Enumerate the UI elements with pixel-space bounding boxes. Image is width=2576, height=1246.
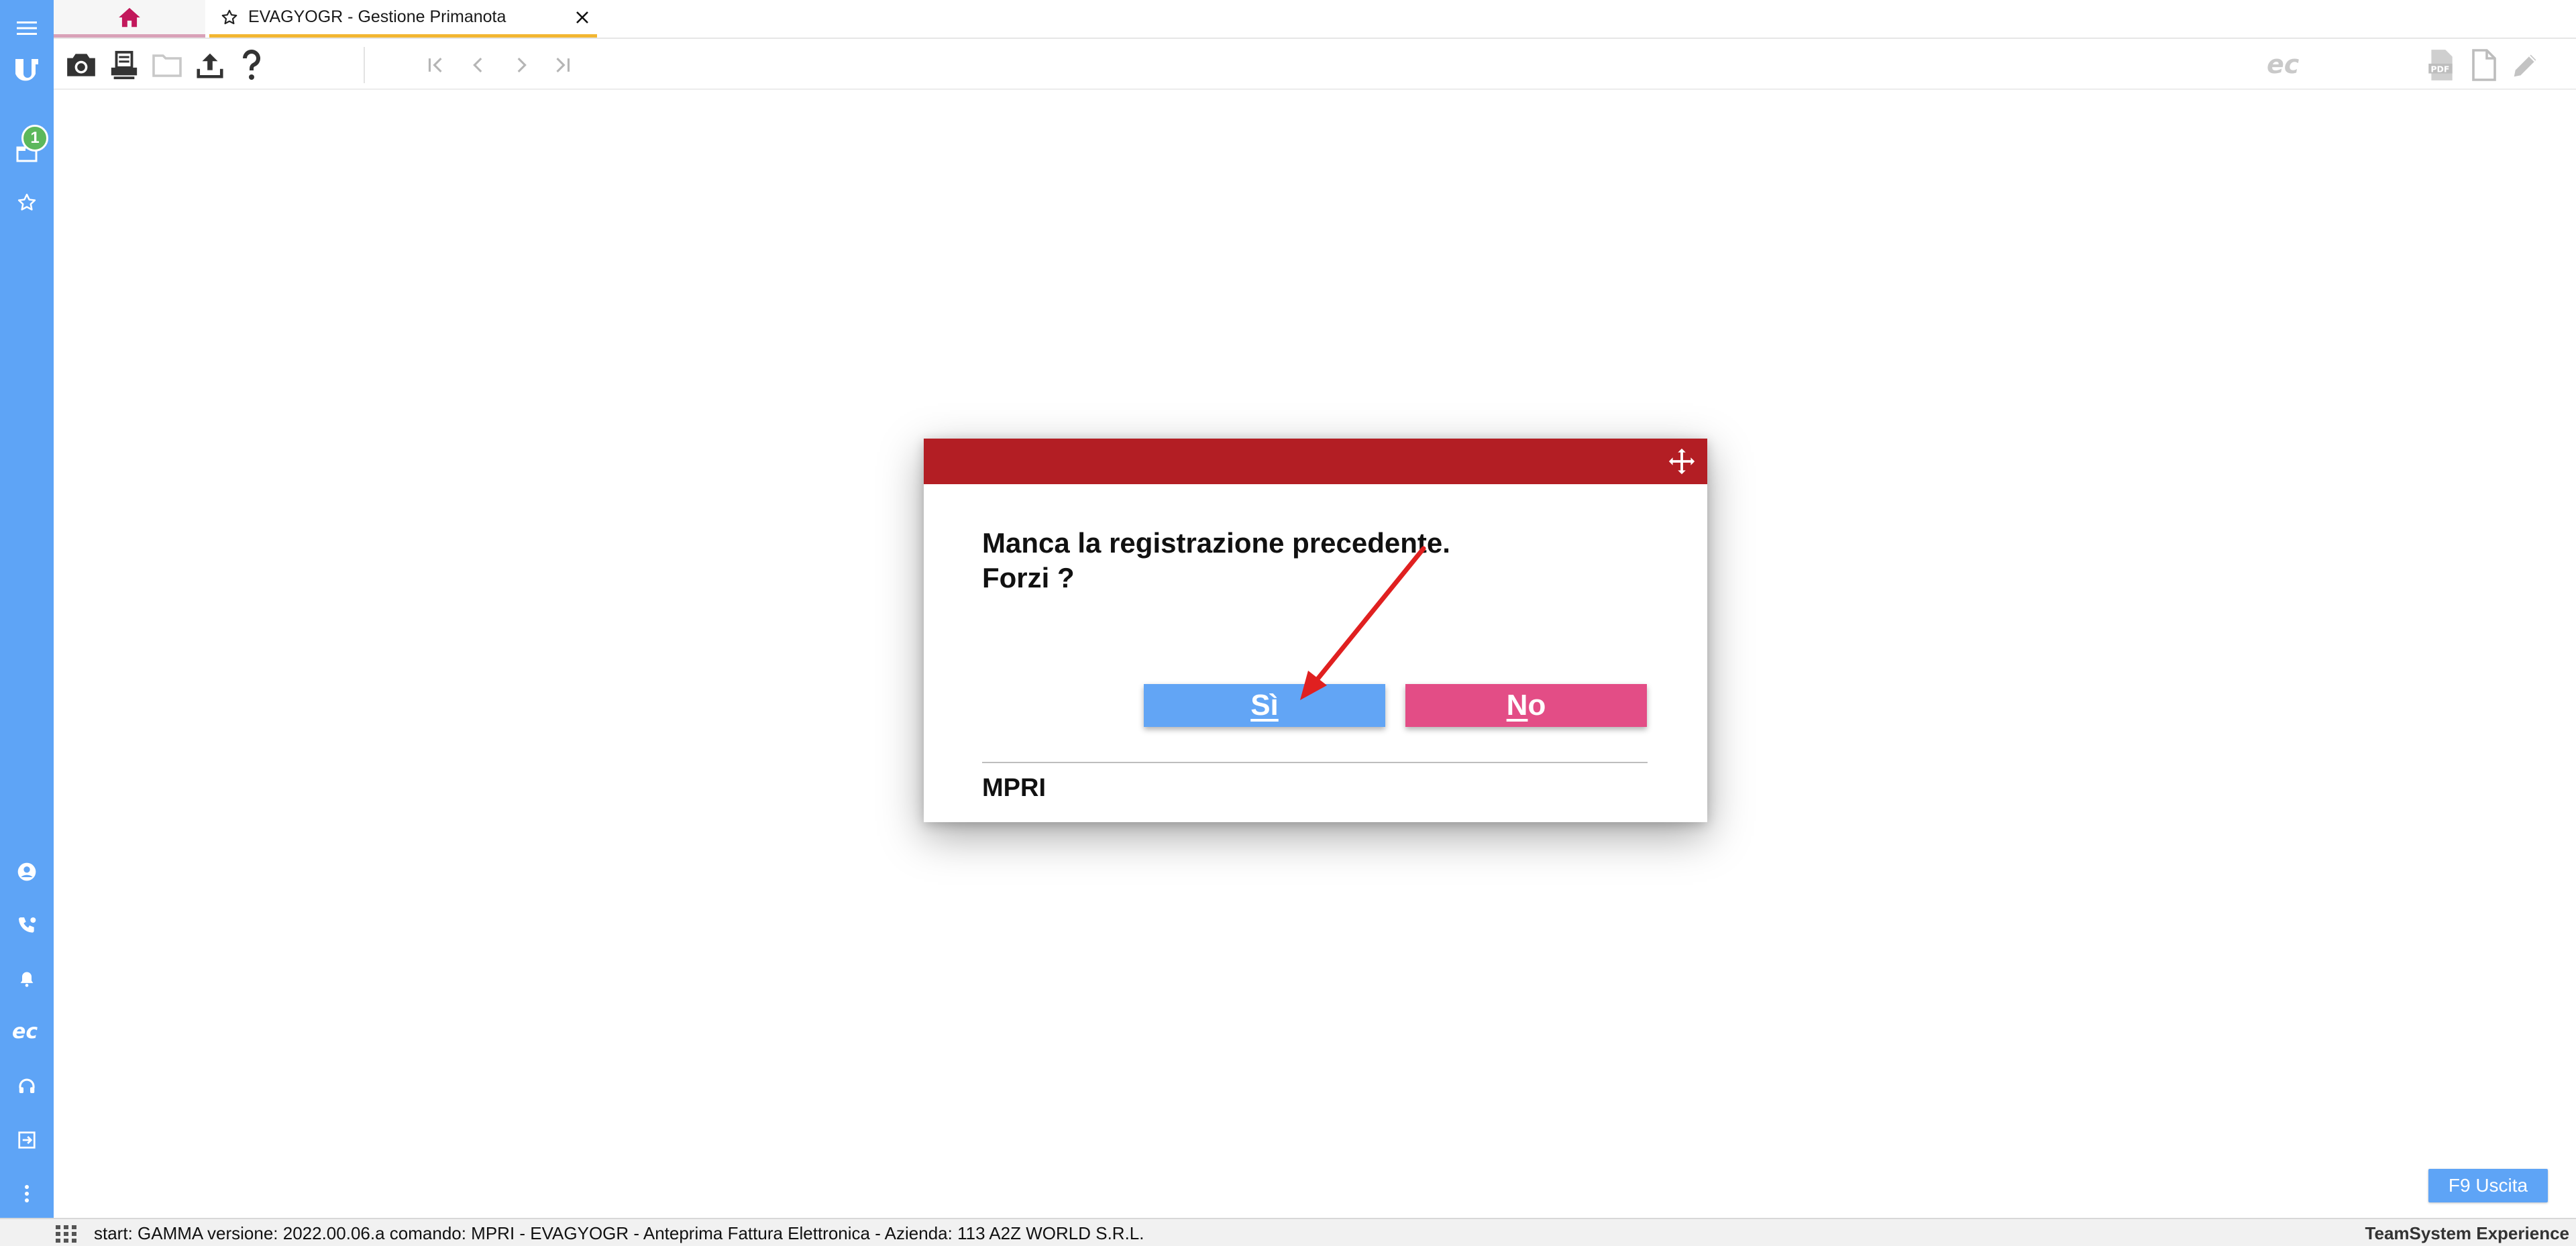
home-icon <box>119 7 140 27</box>
no-button-mnemonic: N <box>1506 689 1528 722</box>
bell-icon[interactable] <box>0 964 54 994</box>
no-button[interactable]: No <box>1405 684 1647 727</box>
dialog-command-code: MPRI <box>982 774 1046 802</box>
move-icon[interactable] <box>1666 445 1698 477</box>
previous-icon[interactable] <box>459 46 498 84</box>
upload-icon[interactable] <box>191 46 229 84</box>
more-vertical-icon[interactable] <box>0 1179 54 1208</box>
apps-grid-icon[interactable] <box>55 1225 78 1243</box>
last-page-icon[interactable] <box>543 46 582 84</box>
ec-icon[interactable]: ec <box>2261 46 2308 84</box>
ec-icon[interactable]: ec <box>0 1017 54 1046</box>
toolbar: ec PDF <box>54 40 2576 90</box>
tab-label: EVAGYOGR - Gestione Primanota <box>248 7 506 26</box>
tab-bar: EVAGYOGR - Gestione Primanota <box>54 0 2576 39</box>
hamburger-menu-icon[interactable] <box>0 15 54 42</box>
svg-text:ec: ec <box>12 1021 38 1041</box>
user-icon[interactable] <box>0 857 54 887</box>
status-bar: start: GAMMA versione: 2022.00.06.a coma… <box>0 1218 2576 1246</box>
camera-icon[interactable] <box>62 46 101 84</box>
star-icon[interactable] <box>0 188 54 217</box>
folder-icon[interactable] <box>148 46 186 84</box>
sidebar: 1 ec <box>0 0 54 1218</box>
windows-badge: 1 <box>21 125 48 152</box>
printer-icon[interactable] <box>105 46 144 84</box>
help-icon[interactable] <box>232 46 271 84</box>
confirm-dialog: Manca la registrazione precedente. Forzi… <box>924 439 1707 822</box>
tab-home[interactable] <box>54 0 205 38</box>
no-button-label: o <box>1527 689 1546 722</box>
toolbar-separator <box>364 47 365 83</box>
logout-icon[interactable] <box>0 1125 54 1155</box>
document-icon[interactable] <box>2465 46 2504 84</box>
pdf-icon[interactable]: PDF <box>2422 46 2461 84</box>
dialog-message: Manca la registrazione precedente. Forzi… <box>982 527 1450 593</box>
edit-icon[interactable] <box>2506 46 2545 84</box>
svg-text:ec: ec <box>2267 52 2300 78</box>
close-icon[interactable] <box>568 10 597 25</box>
svg-text:PDF: PDF <box>2430 64 2449 74</box>
status-text: start: GAMMA versione: 2022.00.06.a coma… <box>94 1223 1144 1243</box>
phone-icon[interactable] <box>0 911 54 940</box>
next-icon[interactable] <box>502 46 541 84</box>
first-page-icon[interactable] <box>416 46 455 84</box>
dialog-header[interactable] <box>924 439 1707 484</box>
brand-label: TeamSystem Experience <box>2365 1223 2569 1243</box>
ts-logo-icon <box>0 48 54 90</box>
dialog-divider <box>982 762 1648 763</box>
tab-gestione-primanota[interactable]: EVAGYOGR - Gestione Primanota <box>209 0 597 38</box>
exit-button[interactable]: F9 Uscita <box>2428 1169 2548 1202</box>
headset-icon[interactable] <box>0 1072 54 1101</box>
yes-button[interactable]: Sì <box>1144 684 1385 727</box>
tab-star-icon[interactable] <box>216 9 243 26</box>
